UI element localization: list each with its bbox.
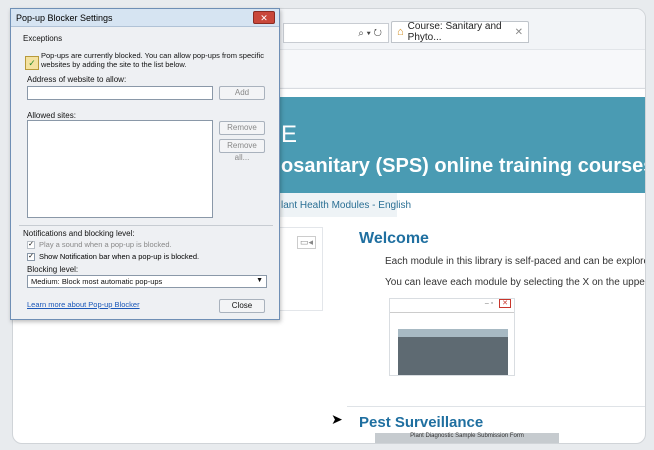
close-icon: ✕ (499, 299, 511, 308)
block-controls-icon[interactable]: ▭◂ (296, 236, 316, 249)
dialog-separator (19, 225, 273, 226)
site-title: osanitary (SPS) online training courses … (281, 155, 645, 177)
info-text: Pop-ups are currently blocked. You can a… (41, 51, 265, 69)
address-bar-controls[interactable]: ⌕ ▾ ↻ (283, 23, 389, 43)
chevron-down-icon: ▼ (256, 277, 263, 284)
show-bar-label: Show Notification bar when a pop-up is b… (39, 252, 200, 261)
close-button[interactable]: Close (219, 299, 265, 313)
welcome-heading: Welcome (359, 230, 429, 247)
popup-blocker-dialog: Pop-up Blocker Settings ✕ Exceptions ✓ P… (10, 8, 280, 320)
welcome-paragraph-2: You can leave each module by selecting t… (385, 277, 646, 288)
learn-more-link[interactable]: Learn more about Pop-up Blocker (27, 300, 140, 309)
screenshot-frame: ⌕ ▾ ↻ ⌂ Course: Sanitary and Phyto... ✕ … (0, 0, 654, 450)
play-sound-checkbox[interactable]: ✓ (27, 241, 35, 249)
site-logo: E (281, 121, 298, 148)
breadcrumb[interactable]: lant Health Modules - English (275, 193, 411, 217)
address-label: Address of website to allow: (27, 75, 127, 84)
website-address-input[interactable] (27, 86, 213, 100)
blocking-level-label: Blocking level: (27, 265, 79, 274)
mouse-cursor-icon: ➤ (331, 411, 343, 427)
info-icon: ✓ (25, 56, 39, 70)
show-bar-checkbox[interactable]: ✓ (27, 253, 35, 261)
play-sound-label: Play a sound when a pop-up is blocked. (39, 240, 172, 249)
tab-close-icon[interactable]: ✕ (515, 27, 523, 38)
remove-all-button[interactable]: Remove all... (219, 139, 265, 162)
notifications-label: Notifications and blocking level: (23, 229, 135, 238)
allowed-sites-label: Allowed sites: (27, 111, 76, 120)
pest-form-image: Plant Diagnostic Sample Submission Form (375, 433, 559, 443)
blocking-level-value: Medium: Block most automatic pop-ups (31, 277, 163, 286)
pest-surveillance-heading: Pest Surveillance (359, 414, 484, 431)
dialog-close-icon[interactable]: ✕ (253, 11, 275, 24)
side-block: ▭◂ (277, 227, 323, 311)
exceptions-label: Exceptions (23, 34, 63, 43)
dialog-title: Pop-up Blocker Settings (11, 9, 279, 27)
instruction-screenshot: – ▫ ✕ (389, 298, 515, 376)
browser-tab[interactable]: ⌂ Course: Sanitary and Phyto... ✕ (391, 21, 529, 43)
section-divider (347, 406, 645, 407)
welcome-paragraph-1: Each module in this library is self-pace… (385, 256, 645, 267)
home-icon: ⌂ (397, 26, 404, 38)
add-button[interactable]: Add (219, 86, 265, 100)
thumb-content (398, 329, 508, 375)
allowed-sites-list[interactable] (27, 120, 213, 218)
remove-button[interactable]: Remove (219, 121, 265, 135)
thumb-window-bar: – ▫ ✕ (390, 299, 514, 313)
tab-title: Course: Sanitary and Phyto... (407, 21, 502, 43)
address-bar-icons[interactable]: ⌕ ▾ ↻ (358, 28, 382, 39)
blocking-level-select[interactable]: Medium: Block most automatic pop-ups ▼ (27, 275, 267, 288)
